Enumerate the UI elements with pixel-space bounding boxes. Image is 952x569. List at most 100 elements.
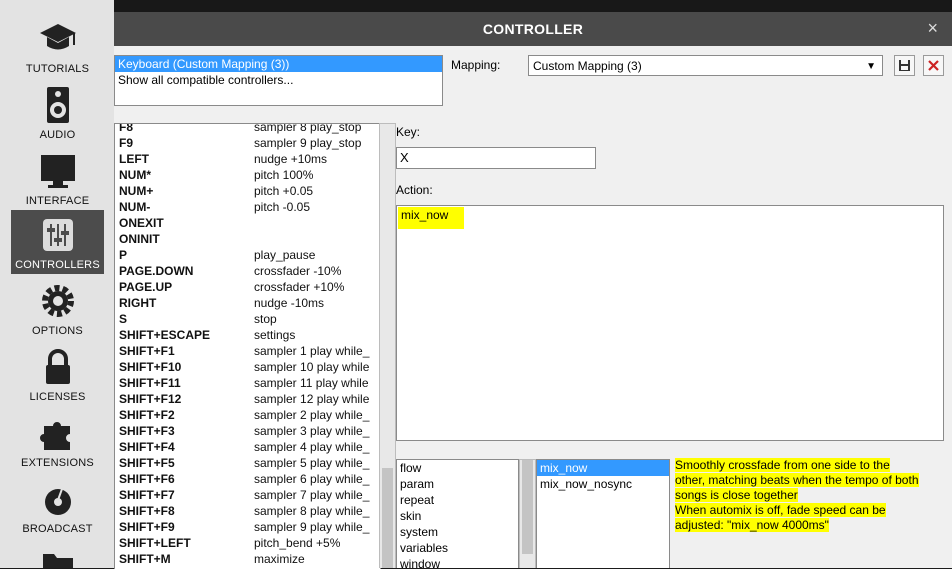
sidebar-item-label: LICENSES <box>29 391 86 403</box>
key-mapping-key: SHIFT+F8 <box>119 504 175 518</box>
settings-sidebar: TUTORIALS AUDIO INTERFACE CONTROLLERS OP… <box>0 0 115 568</box>
category-list-scrollbar[interactable] <box>519 459 536 568</box>
key-mapping-row[interactable]: NUM+ pitch +0.05 <box>115 183 380 199</box>
action-textarea[interactable]: mix_now <box>396 205 944 441</box>
sidebar-item-options[interactable]: OPTIONS <box>11 276 104 340</box>
key-mapping-row[interactable]: SHIFT+F4 sampler 4 play while_ <box>115 439 380 455</box>
key-mapping-row[interactable]: Sstop <box>115 311 380 327</box>
key-mapping-key: S <box>119 312 128 326</box>
monitor-icon <box>40 155 75 188</box>
category-item[interactable]: system <box>397 524 518 540</box>
category-item[interactable]: param <box>397 476 518 492</box>
key-mapping-key: SHIFT+F12 <box>119 392 182 406</box>
key-mapping-action: sampler 10 play while <box>254 360 370 374</box>
key-mapping-row[interactable]: SHIFT+F2 sampler 2 play while_ <box>115 407 380 423</box>
sidebar-item-tutorials[interactable]: TUTORIALS <box>11 14 104 78</box>
key-mapping-action: pitch_bend +5% <box>254 536 341 550</box>
key-mapping-key: SHIFT+F2 <box>119 408 175 422</box>
key-mapping-row[interactable]: SHIFT+F5 sampler 5 play while_ <box>115 455 380 471</box>
category-item[interactable]: flow <box>397 460 518 476</box>
key-mapping-row[interactable]: SHIFT+F8 sampler 8 play while_ <box>115 503 380 519</box>
category-item[interactable]: repeat <box>397 492 518 508</box>
sidebar-item-broadcast[interactable]: BROADCAST <box>11 474 104 538</box>
category-item[interactable]: window <box>397 556 518 568</box>
mapping-label: Mapping: <box>451 58 501 72</box>
key-mapping-key: SHIFT+ESCAPE <box>119 328 211 342</box>
sidebar-item-audio[interactable]: AUDIO <box>11 80 104 144</box>
puzzle-icon <box>39 422 70 450</box>
key-list-scrollbar[interactable] <box>379 123 396 568</box>
category-list: flow param repeat skin system variables … <box>396 459 519 568</box>
scrollbar-thumb[interactable] <box>522 460 533 554</box>
graduation-cap-icon <box>39 24 76 50</box>
controller-list-item[interactable]: Keyboard (Custom Mapping (3)) <box>115 56 442 72</box>
key-mapping-key: NUM* <box>119 168 151 182</box>
key-mapping-action: sampler 6 play while_ <box>254 472 370 486</box>
controller-dialog: Keyboard (Custom Mapping (3)) Show all c… <box>114 46 952 569</box>
dialog-title: CONTROLLER <box>482 21 584 37</box>
key-mapping-key: SHIFT+F3 <box>119 424 175 438</box>
delete-mapping-button[interactable] <box>923 55 944 76</box>
key-mapping-key: NUM+ <box>119 184 154 198</box>
key-mapping-row[interactable]: SHIFT+F10 sampler 10 play while <box>115 359 380 375</box>
chevron-down-icon: ▼ <box>866 61 876 72</box>
key-mapping-row[interactable]: SHIFT+F3 sampler 3 play while_ <box>115 423 380 439</box>
key-mapping-row[interactable]: SHIFT+F7 sampler 7 play while_ <box>115 487 380 503</box>
sidebar-item-label: BROADCAST <box>22 523 93 535</box>
key-mapping-action: pitch 100% <box>254 168 314 182</box>
broadcast-icon <box>44 484 71 515</box>
key-mapping-key: ONINIT <box>119 232 160 246</box>
key-mapping-row[interactable]: SHIFT+F11 sampler 11 play while <box>115 375 380 391</box>
key-input[interactable]: X <box>396 147 596 169</box>
gear-icon <box>41 285 74 317</box>
key-mapping-row[interactable]: F8 sampler 8 play_stop <box>115 124 380 135</box>
key-mapping-action: crossfader -10% <box>254 264 342 278</box>
key-mapping-row[interactable]: F9 sampler 9 play_stop <box>115 135 380 151</box>
key-mapping-row[interactable]: PAGE.DOWN crossfader -10% <box>115 263 380 279</box>
key-mapping-row[interactable]: ONINIT <box>115 231 380 247</box>
key-mapping-row[interactable]: Pplay_pause <box>115 247 380 263</box>
key-mapping-action: sampler 8 play while_ <box>254 504 370 518</box>
key-mapping-row[interactable]: ONEXIT <box>115 215 380 231</box>
description-line: songs is close together <box>675 488 798 502</box>
verb-item[interactable]: mix_now_nosync <box>537 476 669 492</box>
sidebar-item-extensions[interactable]: EXTENSIONS <box>11 408 104 472</box>
key-mapping-row[interactable]: PAGE.UP crossfader +10% <box>115 279 380 295</box>
sidebar-item-label: INTERFACE <box>25 195 90 207</box>
verb-description: Smoothly crossfade from one side to the … <box>675 458 947 533</box>
mapping-select[interactable]: Custom Mapping (3) ▼ <box>528 55 883 76</box>
scrollbar-thumb[interactable] <box>382 468 393 568</box>
controller-list-item[interactable]: Show all compatible controllers... <box>115 72 442 88</box>
category-item[interactable]: skin <box>397 508 518 524</box>
sidebar-item-controllers[interactable]: CONTROLLERS <box>11 210 104 274</box>
key-mapping-action: stop <box>254 312 277 326</box>
key-mapping-key: ONEXIT <box>119 216 164 230</box>
category-item[interactable]: variables <box>397 540 518 556</box>
key-mapping-row[interactable]: SHIFT+M maximize <box>115 551 380 567</box>
key-mapping-key: SHIFT+F1 <box>119 344 175 358</box>
key-mapping-row[interactable]: SHIFT+F6 sampler 6 play while_ <box>115 471 380 487</box>
sidebar-item-more[interactable] <box>11 540 104 568</box>
key-mapping-row[interactable]: RIGHT nudge -10ms <box>115 295 380 311</box>
key-mapping-key: SHIFT+F5 <box>119 456 175 470</box>
key-mapping-row[interactable]: SHIFT+ESCAPE settings <box>115 327 380 343</box>
delete-icon <box>928 60 939 71</box>
key-mapping-key: P <box>119 248 128 262</box>
sidebar-item-interface[interactable]: INTERFACE <box>11 146 104 210</box>
save-mapping-button[interactable] <box>894 55 915 76</box>
close-icon[interactable]: × <box>927 18 938 39</box>
key-mapping-row[interactable]: SHIFT+F9 sampler 9 play while_ <box>115 519 380 535</box>
key-mapping-action: crossfader +10% <box>254 280 345 294</box>
key-mapping-row[interactable]: NUM* pitch 100% <box>115 167 380 183</box>
key-mapping-key: SHIFT+LEFT <box>119 536 191 550</box>
verb-item[interactable]: mix_now <box>537 460 669 476</box>
description-line: When automix is off, fade speed can be <box>675 503 886 517</box>
key-mapping-row[interactable]: SHIFT+LEFT pitch_bend +5% <box>115 535 380 551</box>
key-mapping-row[interactable]: LEFT nudge +10ms <box>115 151 380 167</box>
key-mapping-row[interactable]: NUM-pitch -0.05 <box>115 199 380 215</box>
sidebar-item-licenses[interactable]: LICENSES <box>11 342 104 406</box>
key-mapping-action: sampler 1 play while_ <box>254 344 370 358</box>
key-mapping-row[interactable]: SHIFT+F12 sampler 12 play while <box>115 391 380 407</box>
key-mapping-action: sampler 11 play while <box>254 376 369 390</box>
key-mapping-row[interactable]: SHIFT+F1 sampler 1 play while_ <box>115 343 380 359</box>
